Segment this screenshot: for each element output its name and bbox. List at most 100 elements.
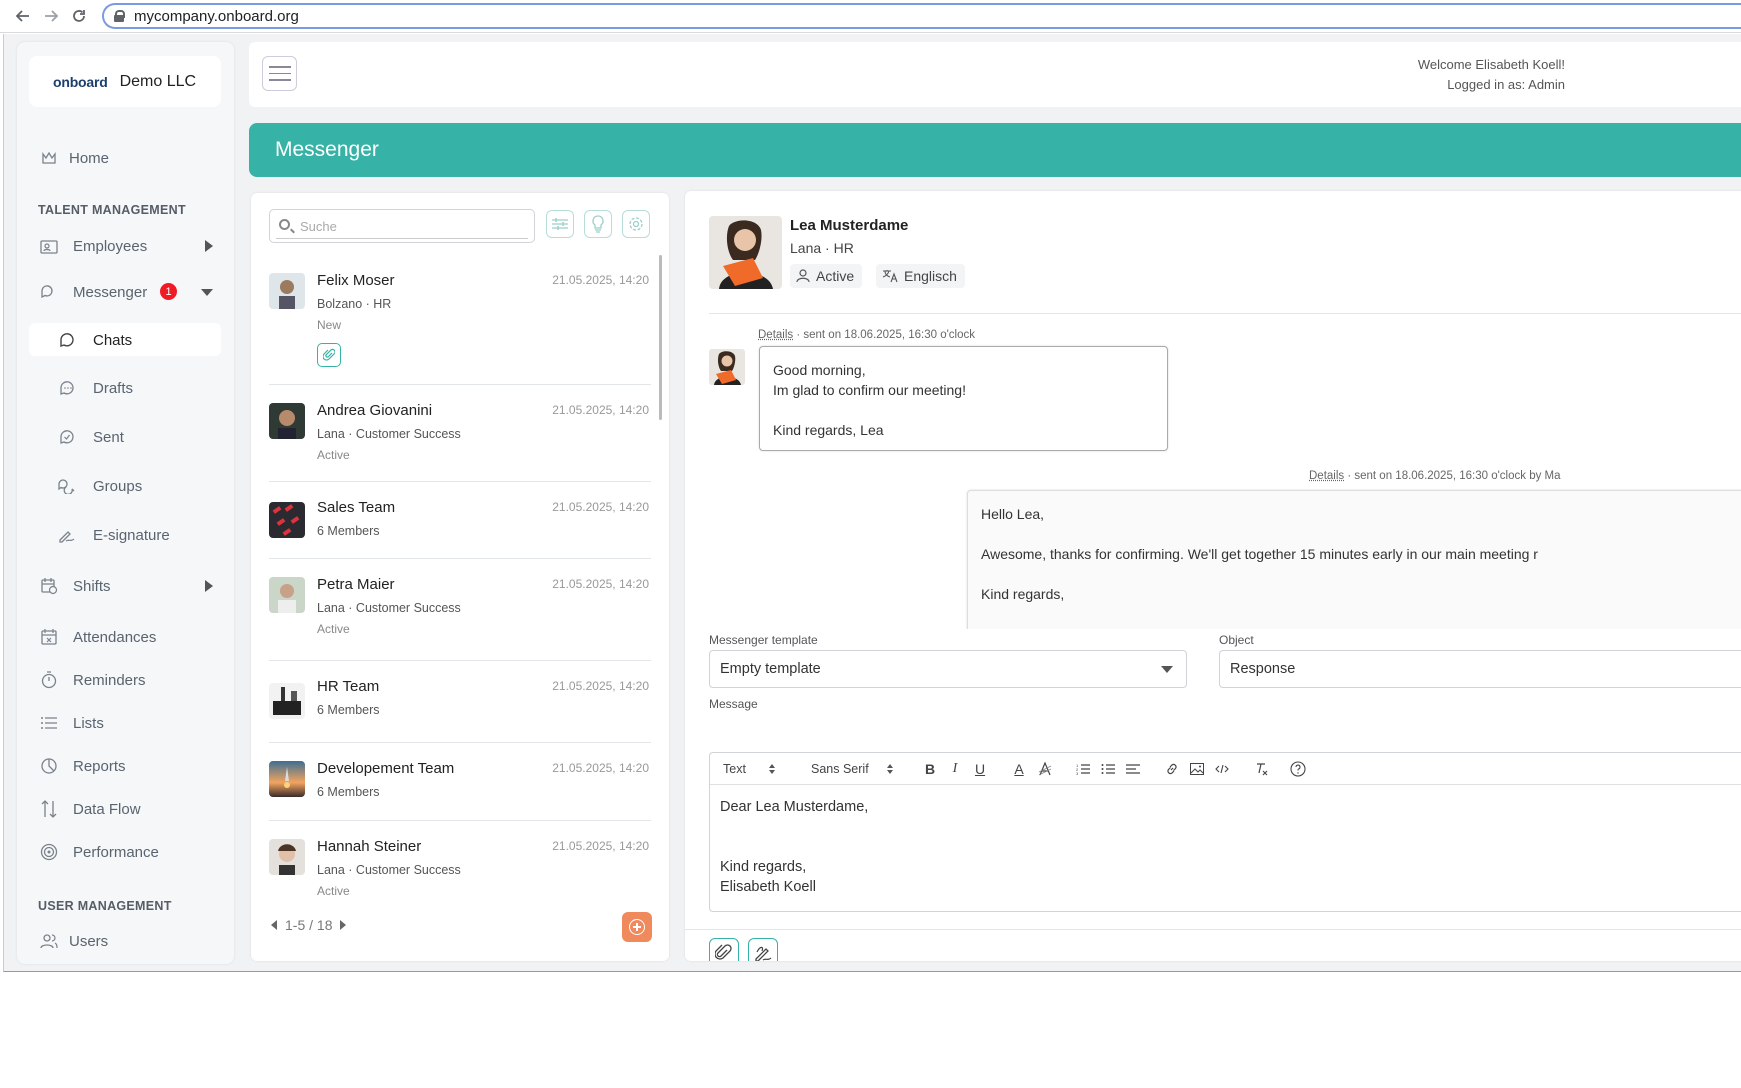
object-input[interactable]: Response: [1219, 650, 1741, 688]
sidebar-item-sent[interactable]: Sent: [17, 420, 234, 454]
sidebar-item-performance[interactable]: Performance: [17, 835, 234, 869]
contact-name: Felix Moser: [317, 272, 395, 289]
search-input[interactable]: [300, 215, 520, 237]
bold-icon[interactable]: B: [923, 760, 937, 778]
calendar-clock-icon: [39, 576, 59, 596]
forward-icon[interactable]: [40, 5, 62, 27]
align-icon[interactable]: [1125, 760, 1141, 778]
editor-toolbar: Text Sans Serif B I U A 123: [710, 753, 1741, 785]
chat-list-item[interactable]: Andrea Giovanini 21.05.2025, 14:20 Lana …: [269, 385, 651, 482]
url-text: mycompany.onboard.org: [134, 8, 299, 25]
editor-content[interactable]: Dear Lea Musterdame, Kind regards, Elisa…: [720, 797, 868, 897]
next-page-icon[interactable]: [340, 920, 346, 930]
message-meta: Details · sent on 18.06.2025, 16:30 o'cl…: [1309, 470, 1561, 482]
template-label: Messenger template: [709, 633, 818, 647]
sidebar-item-label: Employees: [73, 238, 147, 255]
ordered-list-icon[interactable]: 123: [1075, 760, 1091, 778]
group-name: Sales Team: [317, 499, 395, 516]
attach-file-button[interactable]: [709, 938, 739, 961]
message-line: Awesome, thanks for confirming. We'll ge…: [981, 544, 1741, 564]
sidebar-item-groups[interactable]: Groups: [17, 469, 234, 503]
new-chat-button[interactable]: [622, 912, 652, 942]
search-field[interactable]: [269, 209, 535, 243]
back-icon[interactable]: [12, 5, 34, 27]
contact-name: Hannah Steiner: [317, 838, 421, 855]
settings-button[interactable]: [622, 210, 650, 238]
chat-list-item[interactable]: Felix Moser 21.05.2025, 14:20 Bolzano · …: [269, 255, 651, 385]
sidebar-item-data-flow[interactable]: Data Flow: [17, 792, 234, 826]
pie-chart-icon: [39, 756, 59, 776]
sidebar-item-reports[interactable]: Reports: [17, 749, 234, 783]
brand-card[interactable]: onboard Demo LLC: [29, 56, 221, 107]
group-name: HR Team: [317, 678, 379, 695]
italic-icon[interactable]: I: [948, 760, 962, 778]
details-link[interactable]: Details: [1309, 470, 1344, 482]
language-label: Englisch: [904, 268, 957, 284]
sidebar-item-users[interactable]: Users: [17, 924, 234, 958]
code-icon[interactable]: [1214, 760, 1230, 778]
message-line: Hello Lea,: [981, 504, 1741, 524]
menu-toggle-button[interactable]: [262, 56, 297, 91]
sidebar-item-home[interactable]: Home: [17, 141, 234, 175]
highlight-icon[interactable]: [1037, 760, 1053, 778]
sidebar-item-reminders[interactable]: Reminders: [17, 663, 234, 697]
sender-avatar: [709, 349, 745, 385]
image-icon[interactable]: [1189, 760, 1205, 778]
list-scrollbar[interactable]: [659, 255, 662, 420]
filter-button[interactable]: [546, 210, 574, 238]
signature-button[interactable]: [748, 938, 778, 961]
underline-icon[interactable]: U: [973, 760, 987, 778]
tips-button[interactable]: [584, 210, 612, 238]
chat-list-item[interactable]: Hannah Steiner 21.05.2025, 14:20 Lana · …: [269, 821, 651, 895]
sidebar-item-drafts[interactable]: Drafts: [17, 371, 234, 405]
section-user-management: USER MANAGEMENT: [38, 899, 172, 913]
address-bar[interactable]: mycompany.onboard.org: [102, 3, 1741, 29]
expand-arrow-icon[interactable]: [205, 580, 213, 592]
chat-list-item[interactable]: Developement Team 21.05.2025, 14:20 6 Me…: [269, 743, 651, 821]
sidebar-item-attendances[interactable]: Attendances: [17, 620, 234, 654]
collapse-arrow-icon[interactable]: [201, 289, 213, 296]
section-talent-management: TALENT MANAGEMENT: [38, 203, 186, 217]
sidebar-item-shifts[interactable]: Shifts: [17, 569, 234, 603]
sidebar-item-label: E-signature: [93, 527, 170, 544]
template-select[interactable]: Empty template: [709, 650, 1187, 688]
prev-page-icon[interactable]: [271, 920, 277, 930]
chat-list-item[interactable]: Petra Maier 21.05.2025, 14:20 Lana · Cus…: [269, 559, 651, 661]
contact-meta: Lana · Customer Success: [317, 601, 461, 615]
sidebar-item-messenger[interactable]: Messenger 1: [17, 275, 234, 309]
sidebar-item-chats[interactable]: Chats: [17, 323, 234, 357]
sidebar-item-employees[interactable]: Employees: [17, 229, 234, 263]
message-editor[interactable]: Text Sans Serif B I U A 123 Dear Lea Mus…: [709, 752, 1741, 912]
contact-name: Petra Maier: [317, 576, 395, 593]
sidebar-item-label: Reports: [73, 758, 126, 775]
clear-format-icon[interactable]: [1254, 760, 1270, 778]
sidebar-item-lists[interactable]: Lists: [17, 706, 234, 740]
font-picker[interactable]: Sans Serif: [811, 760, 869, 778]
expand-arrow-icon[interactable]: [205, 240, 213, 252]
crown-icon: [39, 148, 59, 168]
sidebar-item-label: Groups: [93, 478, 142, 495]
paperclip-icon: [715, 944, 733, 961]
text-color-icon[interactable]: A: [1012, 760, 1026, 778]
link-icon[interactable]: [1164, 760, 1180, 778]
chat-list-item[interactable]: HR Team 21.05.2025, 14:20 6 Members: [269, 661, 651, 743]
target-icon: [39, 842, 59, 862]
chat-icon: [57, 330, 77, 350]
details-link[interactable]: Details: [758, 329, 793, 341]
help-icon[interactable]: [1290, 760, 1306, 778]
plus-circle-icon: [629, 919, 645, 935]
status-text: Active: [317, 448, 350, 462]
status-chip: Active: [790, 264, 862, 288]
chat-list-item[interactable]: Sales Team 21.05.2025, 14:20 6 Members: [269, 482, 651, 559]
member-count: 6 Members: [317, 703, 380, 717]
bullet-list-icon[interactable]: [1100, 760, 1116, 778]
sidebar-item-esignature[interactable]: E-signature: [17, 518, 234, 552]
attachment-icon[interactable]: [317, 343, 341, 367]
message-meta: Details · sent on 18.06.2025, 16:30 o'cl…: [758, 329, 975, 341]
pen-signature-icon: [754, 944, 772, 961]
sliders-icon: [551, 216, 569, 232]
reload-icon[interactable]: [68, 5, 90, 27]
text-style-picker[interactable]: Text: [723, 760, 746, 778]
chat-bubbles-icon: [39, 282, 59, 302]
draft-chat-icon: [57, 378, 77, 398]
